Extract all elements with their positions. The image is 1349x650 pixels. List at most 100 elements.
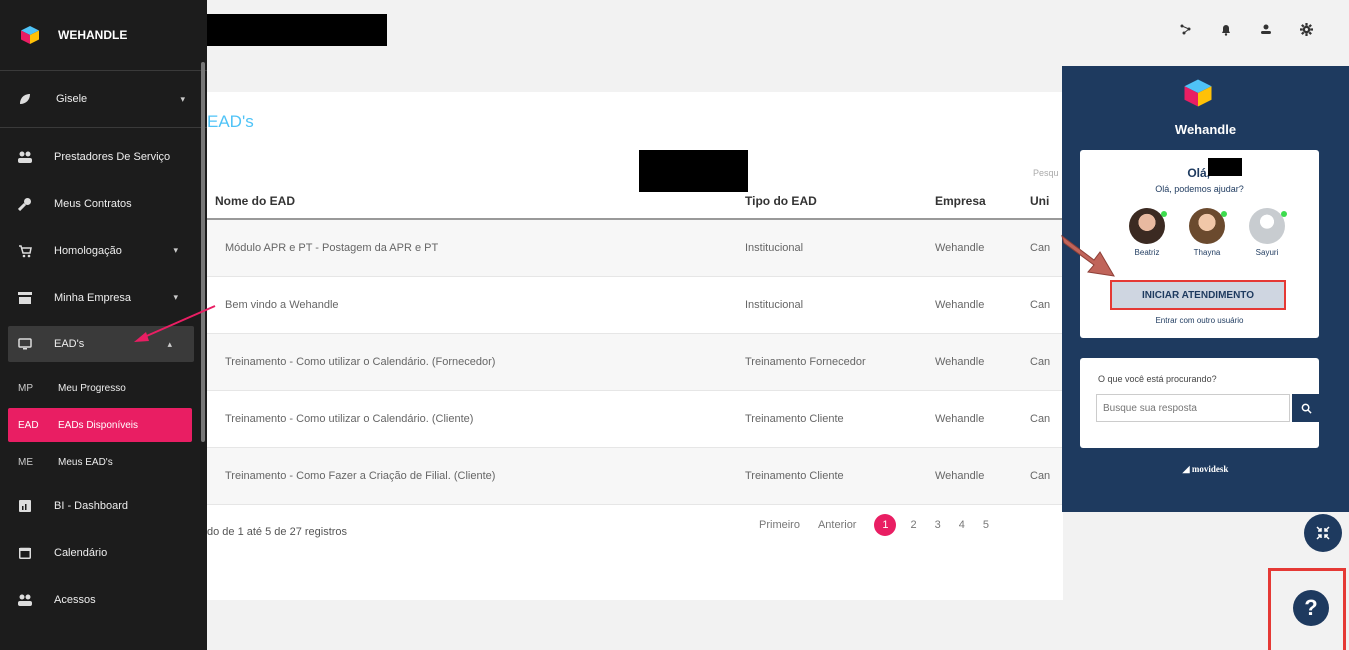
table-cell: Treinamento Cliente xyxy=(745,390,935,448)
sidebar-item-bi-dashboard[interactable]: BI - Dashboard xyxy=(0,482,200,529)
user-icon[interactable] xyxy=(1259,22,1273,36)
sidebar-item-acessos[interactable]: Acessos xyxy=(0,576,200,623)
table-cell: Módulo APR e PT - Postagem da APR e PT xyxy=(207,219,745,277)
search-icon xyxy=(1301,403,1312,414)
brand[interactable]: WEHANDLE xyxy=(0,0,207,71)
user-menu[interactable]: Gisele ▾ xyxy=(0,71,207,128)
redacted-block xyxy=(207,14,387,46)
table-cell: Treinamento - Como Fazer a Criação de Fi… xyxy=(207,447,745,505)
answer-search-input[interactable] xyxy=(1096,394,1290,422)
chevron-down-icon: ▾ xyxy=(173,245,178,255)
user-name: Gisele xyxy=(56,93,88,105)
top-toolbar xyxy=(1179,22,1313,36)
online-indicator xyxy=(1281,211,1287,217)
wehandle-logo-icon xyxy=(1184,79,1212,107)
subitem-abbr: MP xyxy=(18,382,33,394)
agent[interactable]: Thayna xyxy=(1186,208,1228,257)
help-button[interactable]: ? xyxy=(1293,590,1329,626)
subitem-abbr: ME xyxy=(18,456,33,468)
table-header: Nome do EAD Tipo do EAD Empresa Uni xyxy=(207,184,1063,220)
table-row[interactable]: Módulo APR e PT - Postagem da APR e PT I… xyxy=(207,219,1063,277)
sidebar-item-homologacao[interactable]: Homologação ▾ xyxy=(0,227,200,274)
sidebar-subitem-eads-disponiveis[interactable]: EAD EADs Disponíveis xyxy=(8,408,192,442)
calendar-icon xyxy=(18,546,32,560)
table-cell: Can xyxy=(1030,390,1063,448)
wehandle-logo-icon xyxy=(21,26,39,44)
table-row[interactable]: Treinamento - Como utilizar o Calendário… xyxy=(207,390,1063,448)
monitor-icon xyxy=(18,337,32,351)
agent-name: Thayna xyxy=(1193,248,1221,257)
sidebar-subitem-meus-eads[interactable]: ME Meus EAD's xyxy=(0,442,200,482)
movidesk-text: movidesk xyxy=(1191,464,1229,474)
ead-table: Nome do EAD Tipo do EAD Empresa Uni Módu… xyxy=(207,184,1063,505)
online-indicator xyxy=(1161,211,1167,217)
column-header[interactable]: Tipo do EAD xyxy=(745,184,935,220)
subitem-label: Meu Progresso xyxy=(58,382,126,394)
sidebar-item-eads[interactable]: EAD's ▴ xyxy=(8,326,194,362)
table-cell: Wehandle xyxy=(935,333,1030,391)
table-row[interactable]: Bem vindo a Wehandle Institucional Wehan… xyxy=(207,276,1063,334)
sidebar-scrollbar[interactable] xyxy=(201,62,205,442)
brand-name: WEHANDLE xyxy=(58,28,128,42)
chart-icon xyxy=(18,499,32,513)
switch-user-link[interactable]: Entrar com outro usuário xyxy=(1080,316,1319,325)
sidebar-item-label: EAD's xyxy=(54,338,85,350)
sidebar-item-label: Calendário xyxy=(54,546,108,559)
pager-current[interactable]: 1 xyxy=(874,514,897,536)
wrench-icon xyxy=(18,197,32,211)
sidebar-item-label: Meus Contratos xyxy=(54,197,132,210)
table-cell: Treinamento - Como utilizar o Calendário… xyxy=(207,333,745,391)
avatar xyxy=(1189,208,1227,244)
help-question: Olá, podemos ajudar? xyxy=(1155,184,1244,194)
sidebar-subitem-meu-progresso[interactable]: MP Meu Progresso xyxy=(0,368,200,408)
agent[interactable]: Sayuri xyxy=(1246,208,1288,257)
table-cell: Wehandle xyxy=(935,219,1030,277)
table-cell: Treinamento - Como utilizar o Calendário… xyxy=(207,390,745,448)
page-title: EAD's xyxy=(207,112,254,131)
table-row[interactable]: Treinamento - Como Fazer a Criação de Fi… xyxy=(207,447,1063,505)
agent[interactable]: Beatriz xyxy=(1126,208,1168,257)
sidebar-item-prestadores[interactable]: Prestadores De Serviço xyxy=(0,133,200,180)
search-button[interactable] xyxy=(1292,394,1320,422)
pager-page[interactable]: 2 xyxy=(910,519,916,531)
table-cell: Treinamento Cliente xyxy=(745,447,935,505)
table-cell: Institucional xyxy=(745,219,935,277)
movidesk-logo: ◢ movidesk xyxy=(1062,464,1349,475)
network-icon[interactable] xyxy=(1179,22,1193,36)
greeting: Olá, xyxy=(1187,166,1210,180)
start-chat-button[interactable]: INICIAR ATENDIMENTO xyxy=(1110,280,1286,310)
pager-prev[interactable]: Anterior xyxy=(818,519,857,531)
chevron-down-icon: ▾ xyxy=(173,292,178,302)
pager-page[interactable]: 3 xyxy=(935,519,941,531)
bell-icon[interactable] xyxy=(1219,22,1233,36)
sidebar-item-contratos[interactable]: Meus Contratos xyxy=(0,180,200,227)
table-cell: Institucional xyxy=(745,276,935,334)
table-cell: Can xyxy=(1030,219,1063,277)
records-info: do de 1 até 5 de 27 registros xyxy=(207,526,348,538)
sidebar-item-minha-empresa[interactable]: Minha Empresa ▾ xyxy=(0,274,200,321)
chevron-down-icon: ▾ xyxy=(180,93,185,104)
pager-page[interactable]: 5 xyxy=(983,519,989,531)
chevron-up-icon: ▴ xyxy=(167,338,172,349)
search-label: Pesqu xyxy=(1033,168,1059,178)
table-row[interactable]: Treinamento - Como utilizar o Calendário… xyxy=(207,333,1063,391)
collapse-widget-button[interactable] xyxy=(1304,514,1342,552)
sidebar-item-label: Acessos xyxy=(54,593,96,606)
pager-page[interactable]: 4 xyxy=(959,519,965,531)
column-header[interactable]: Uni xyxy=(1030,184,1063,220)
avatar xyxy=(1129,208,1167,244)
gear-icon[interactable] xyxy=(1299,22,1313,36)
online-indicator xyxy=(1221,211,1227,217)
sidebar-nav: Prestadores De Serviço Meus Contratos Ho… xyxy=(0,133,200,623)
sidebar-item-calendario[interactable]: Calendário xyxy=(0,529,200,576)
table-cell: Can xyxy=(1030,333,1063,391)
column-header[interactable]: Empresa xyxy=(935,184,1030,220)
table-cell: Wehandle xyxy=(935,390,1030,448)
sidebar-item-label: Prestadores De Serviço xyxy=(54,150,171,163)
subitem-abbr: EAD xyxy=(18,419,39,431)
movidesk-m-icon: ◢ xyxy=(1182,464,1190,474)
column-header[interactable]: Nome do EAD xyxy=(207,184,745,220)
pager-first[interactable]: Primeiro xyxy=(759,519,800,531)
help-icon: ? xyxy=(1304,595,1318,620)
pagination: Primeiro Anterior 1 2 3 4 5 xyxy=(759,514,1007,536)
